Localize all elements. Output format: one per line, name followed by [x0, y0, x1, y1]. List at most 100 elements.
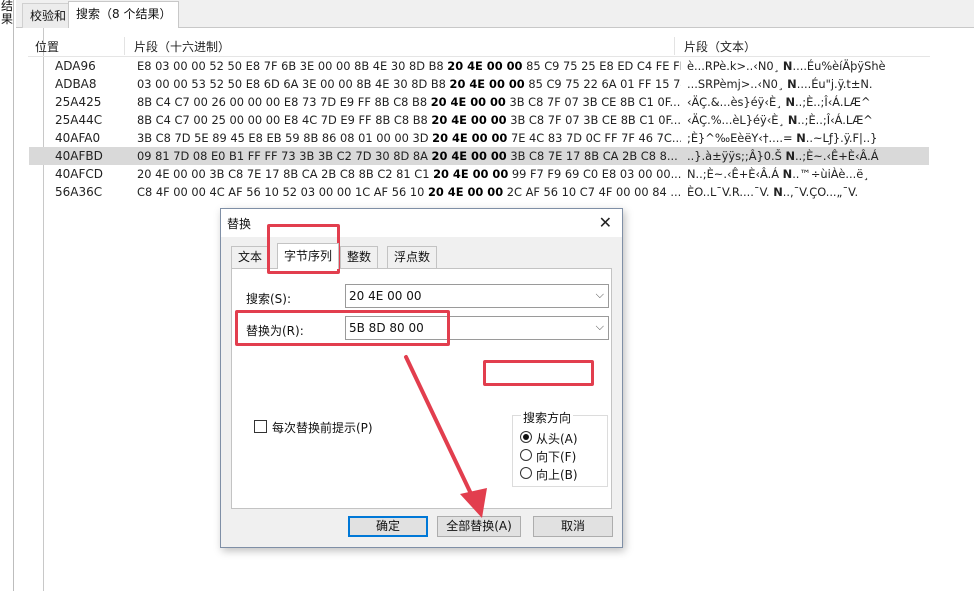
hex-after-match: 99 F7 F9 69 C0 E8 03 00 00... — [508, 167, 681, 181]
column-header-hex[interactable]: 片段（十六进制） — [134, 38, 230, 55]
text-after-match: ..™÷ùiÀè...ë¸ — [792, 167, 869, 181]
search-label: 搜索(S): — [246, 292, 292, 306]
cell-text: ...SRPèmj>..‹N0¸ N....Éu"j.ÿ.t±N. — [687, 77, 927, 91]
hex-after-match: 3B C8 7F 07 3B CE 8B C1 0F... — [505, 95, 681, 109]
text-before-match: ..}.à±ÿÿs;;Â}0.Š — [687, 149, 786, 163]
cell-text: è...RPè.k>..‹N0¸ N....Éu%èíÄþÿShè — [687, 59, 927, 73]
table-row[interactable]: 40AFCD 20 4E 00 00 3B C8 7E 17 8B CA 2B C… — [29, 165, 929, 183]
text-before-match: ...SRPèmj>..‹N0¸ — [687, 77, 788, 91]
column-header-position[interactable]: 位置 — [35, 38, 59, 55]
table-row[interactable]: 40AFA0 3B C8 7D 5E 89 45 E8 EB 59 8B 86 0… — [29, 129, 929, 147]
text-before-match: ‹ÄÇ.&...ès}éÿ‹È¸ — [687, 95, 786, 109]
radio-down[interactable] — [520, 449, 532, 461]
cell-position: ADBA8 — [55, 77, 97, 91]
table-row[interactable]: ADBA8 03 00 00 53 52 50 E8 6D 6A 3E 00 00… — [29, 75, 929, 93]
hex-after-match: 3B C8 7E 17 8B CA 2B C8 8... — [506, 149, 678, 163]
text-match: N — [773, 185, 783, 199]
hex-before-match: C8 4F 00 00 4C AF 56 10 52 03 00 00 1C A… — [137, 185, 428, 199]
text-after-match: ....Éu"j.ÿ.t±N. — [796, 77, 873, 91]
cell-hex: 20 4E 00 00 3B C8 7E 17 8B CA 2B C8 8B C… — [137, 167, 681, 181]
search-value: 20 4E 00 00 — [349, 289, 422, 303]
cell-text: N..;È~.‹Ê+È‹Â.Á N..™÷ùiÀè...ë¸ — [687, 167, 927, 181]
dialog-title: 替换 — [227, 217, 252, 231]
replace-input[interactable]: 5B 8D 80 00 ⌵ — [345, 316, 609, 340]
replace-label: 替换为(R): — [246, 324, 304, 338]
hex-match: 20 4E 00 00 — [431, 113, 507, 127]
results-tabstrip: 校验和 搜索（8 个结果） — [16, 0, 974, 29]
radio-up[interactable] — [520, 467, 532, 479]
cell-position: ADA96 — [55, 59, 96, 73]
hex-after-match: 3B C8 7F 07 3B CE 8B C1 0F... — [506, 113, 681, 127]
text-after-match: ..,¯V.ÇO...„¯V. — [782, 185, 859, 199]
text-before-match: ‹ÄÇ.%...èL}éÿ‹È¸ — [687, 113, 788, 127]
table-row[interactable]: ADA96 E8 03 00 00 52 50 E8 7F 6B 3E 00 00… — [29, 57, 929, 75]
hex-match: 20 4E 00 00 — [427, 185, 504, 199]
radio-up-label[interactable]: 向上(B) — [536, 466, 578, 483]
text-before-match: è...RPè.k>..‹N0¸ — [687, 59, 783, 73]
cancel-button[interactable]: 取消 — [533, 516, 613, 537]
radio-down-label[interactable]: 向下(F) — [536, 448, 576, 465]
cell-position: 40AFBD — [55, 149, 103, 163]
tab-search-results[interactable]: 搜索（8 个结果） — [68, 1, 180, 29]
replace-dialog: 替换 ✕ 文本 字节序列 整数 浮点数 搜索(S): 20 4E 00 00 ⌵… — [220, 208, 623, 548]
hex-match: 20 4E 00 00 — [432, 131, 508, 145]
dialog-titlebar: 替换 ✕ — [221, 209, 622, 237]
table-row[interactable]: 40AFBD 09 81 7D 08 E0 B1 FF FF 73 3B 3B C… — [29, 147, 929, 165]
table-row[interactable]: 25A425 8B C4 C7 00 26 00 00 00 E8 73 7D E… — [29, 93, 929, 111]
cell-hex: E8 03 00 00 52 50 E8 7F 6B 3E 00 00 8B 4… — [137, 59, 681, 73]
direction-title: 搜索方向 — [521, 409, 574, 426]
chevron-down-icon[interactable]: ⌵ — [596, 320, 604, 334]
hex-after-match: 85 C9 75 25 E8 ED C4 FE FF ... — [526, 59, 681, 73]
table-row[interactable]: 25A44C 8B C4 C7 00 25 00 00 00 E8 4C 7D E… — [29, 111, 929, 129]
hex-match: 20 4E 00 00 — [431, 149, 507, 163]
text-match: N — [785, 149, 796, 163]
hex-before-match: 20 4E 00 00 3B C8 7E 17 8B CA 2B C8 8B C… — [137, 167, 434, 181]
cell-text: ÈO..L¯V.R....¯V. N..,¯V.ÇO...„¯V. — [687, 185, 927, 199]
text-match: N — [796, 131, 806, 145]
text-after-match: ....Éu%èíÄþÿShè — [792, 59, 886, 73]
hex-before-match: 8B C4 C7 00 26 00 00 00 E8 73 7D E9 FF 8… — [137, 95, 431, 109]
cell-position: 25A425 — [55, 95, 102, 109]
dialog-tab-byte-sequence[interactable]: 字节序列 — [277, 243, 340, 269]
close-icon[interactable]: ✕ — [599, 213, 612, 232]
ok-button[interactable]: 确定 — [348, 516, 428, 537]
search-input[interactable]: 20 4E 00 00 ⌵ — [345, 284, 609, 308]
column-header-text[interactable]: 片段（文本） — [684, 38, 756, 55]
cell-position: 56A36C — [55, 185, 103, 199]
column-separator[interactable] — [124, 37, 125, 55]
cell-text: ..}.à±ÿÿs;;Â}0.Š N..;È~.‹Ê+È‹Â.Á — [687, 149, 927, 163]
cell-text: ‹ÄÇ.&...ès}éÿ‹È¸ N..;È..;Î‹Á.LÆ^ — [687, 95, 927, 109]
chevron-down-icon[interactable]: ⌵ — [596, 288, 604, 302]
results-header: 位置 片段（十六进制） 片段（文本） — [28, 35, 930, 57]
hex-before-match: E8 03 00 00 52 50 E8 7F 6B 3E 00 00 8B 4… — [137, 59, 448, 73]
hex-match: 20 4E 00 00 — [449, 77, 525, 91]
byte-sequence-panel: 搜索(S): 20 4E 00 00 ⌵ 替换为(R): 5B 8D 80 00… — [231, 268, 612, 509]
text-match: N — [787, 77, 797, 91]
hex-match: 20 4E 00 00 — [433, 167, 509, 181]
text-after-match: ..;È..;Î‹Á.LÆ^ — [797, 113, 873, 127]
tab-checksum[interactable]: 校验和 — [22, 3, 75, 28]
hex-before-match: 3B C8 7D 5E 89 45 E8 EB 59 8B 86 08 01 0… — [137, 131, 433, 145]
cell-hex: 3B C8 7D 5E 89 45 E8 EB 59 8B 86 08 01 0… — [137, 131, 681, 145]
text-match: N — [785, 95, 796, 109]
hex-before-match: 8B C4 C7 00 25 00 00 00 E8 4C 7D E9 FF 8… — [137, 113, 432, 127]
cell-hex: 8B C4 C7 00 25 00 00 00 E8 4C 7D E9 FF 8… — [137, 113, 681, 127]
cell-text: ‹ÄÇ.%...èL}éÿ‹È¸ N..;È..;Î‹Á.LÆ^ — [687, 113, 927, 127]
dialog-tab-float[interactable]: 浮点数 — [387, 246, 438, 268]
radio-from-start-label[interactable]: 从头(A) — [536, 430, 578, 447]
dialog-tab-integer[interactable]: 整数 — [340, 246, 379, 268]
text-match: N — [782, 167, 793, 181]
text-before-match: ;È}^‰EèëY‹†....= — [687, 131, 797, 145]
prompt-label[interactable]: 每次替换前提示(P) — [272, 419, 373, 436]
prompt-checkbox[interactable] — [254, 420, 267, 433]
cell-hex: C8 4F 00 00 4C AF 56 10 52 03 00 00 1C A… — [137, 185, 681, 199]
hex-match: 20 4E 00 00 — [430, 95, 506, 109]
dialog-tab-text[interactable]: 文本 — [231, 246, 270, 268]
cell-position: 40AFA0 — [55, 131, 101, 145]
text-after-match: ..;È..;Î‹Á.LÆ^ — [795, 95, 871, 109]
table-row[interactable]: 56A36C C8 4F 00 00 4C AF 56 10 52 03 00 0… — [29, 183, 929, 201]
replace-all-button[interactable]: 全部替换(A) — [437, 516, 521, 537]
radio-from-start[interactable] — [520, 431, 532, 443]
cell-position: 40AFCD — [55, 167, 103, 181]
column-separator[interactable] — [674, 37, 675, 55]
